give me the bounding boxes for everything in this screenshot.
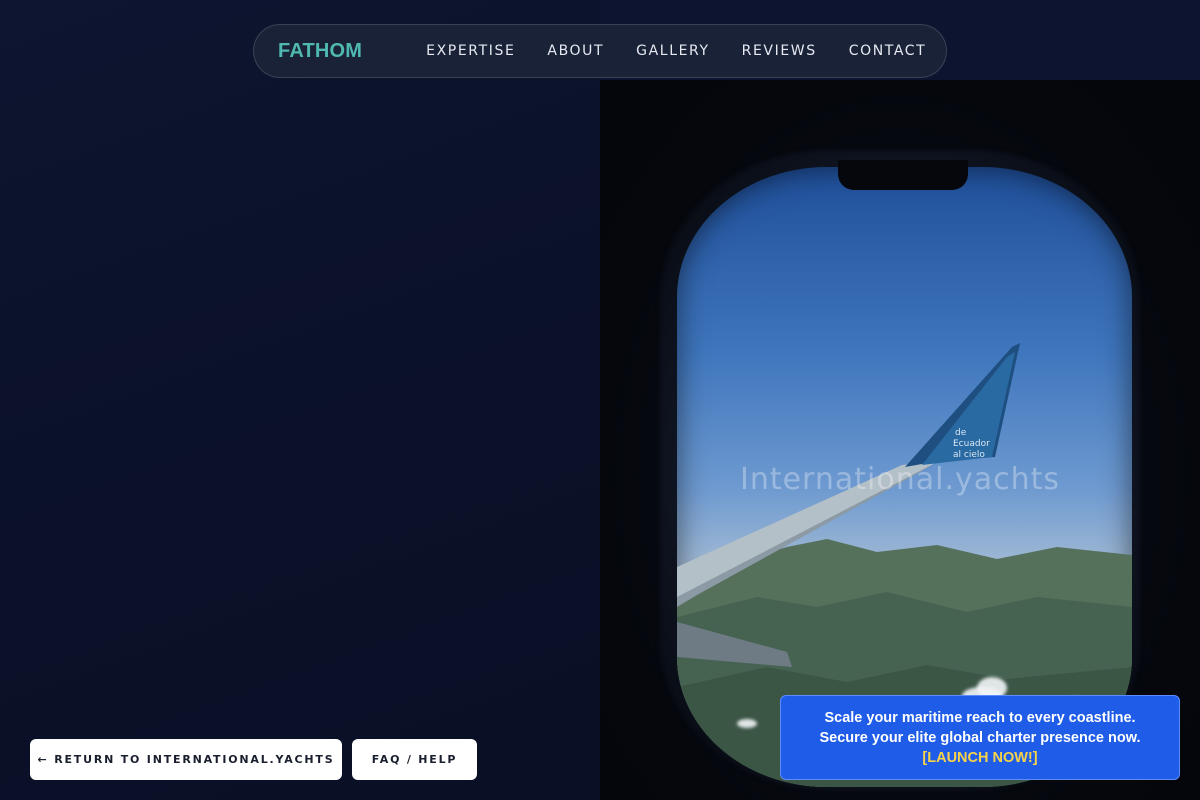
nav-link-expertise[interactable]: EXPERTISE	[426, 43, 515, 59]
faq-help-button[interactable]: FAQ / HELP	[352, 739, 477, 780]
left-background	[0, 0, 600, 800]
promo-line-2: Secure your elite global charter presenc…	[819, 729, 1141, 746]
nav-link-reviews[interactable]: REVIEWS	[742, 43, 817, 59]
svg-text:al cielo: al cielo	[953, 450, 985, 460]
promo-line-1: Scale your maritime reach to every coast…	[824, 709, 1136, 726]
hero-image: de Ecuador al cielo International.yachts	[600, 80, 1200, 800]
svg-text:Ecuador: Ecuador	[953, 439, 990, 449]
return-button[interactable]: ← RETURN TO INTERNATIONAL.YACHTS	[30, 739, 342, 780]
hero-overlay-text: International.yachts	[739, 462, 1061, 497]
svg-text:de: de	[955, 428, 967, 438]
site-logo[interactable]: FATHOM	[278, 40, 362, 63]
nav-link-contact[interactable]: CONTACT	[849, 43, 927, 59]
window-shade-edge	[838, 160, 968, 190]
top-navigation: FATHOM EXPERTISE ABOUT GALLERY REVIEWS C…	[253, 24, 947, 78]
nav-links: EXPERTISE ABOUT GALLERY REVIEWS CONTACT	[426, 43, 926, 59]
promo-cta-link[interactable]: [LAUNCH NOW!]	[922, 748, 1037, 768]
nav-link-gallery[interactable]: GALLERY	[636, 43, 709, 59]
nav-link-about[interactable]: ABOUT	[547, 43, 604, 59]
promo-banner[interactable]: Scale your maritime reach to every coast…	[780, 695, 1180, 780]
